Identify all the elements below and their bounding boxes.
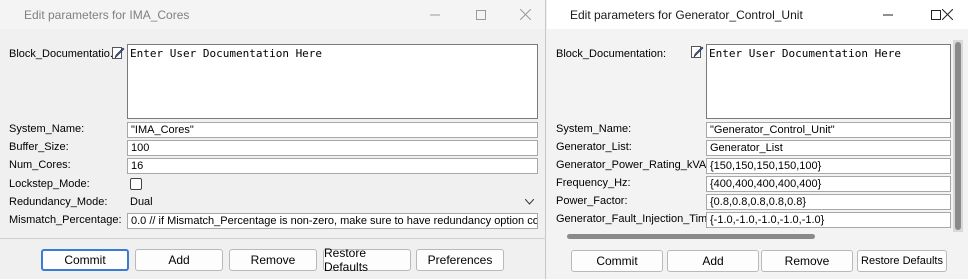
redundancy-mode-value: Dual	[130, 196, 153, 208]
close-icon	[942, 9, 953, 20]
horizontal-scroll-thumb[interactable]	[567, 234, 815, 239]
param-label-generator-list: Generator_List:	[556, 141, 632, 153]
remove-button[interactable]: Remove	[761, 250, 853, 272]
restore-defaults-button[interactable]: Restore Defaults	[323, 246, 411, 274]
maximize-icon	[476, 9, 486, 20]
dialog-generator-control-unit: Edit parameters for Generator_Control_Un…	[547, 0, 968, 279]
close-button[interactable]	[927, 0, 968, 29]
edit-doc-icon[interactable]	[691, 45, 704, 58]
titlebar[interactable]: Edit parameters for Generator_Control_Un…	[547, 0, 968, 29]
edit-doc-icon[interactable]	[112, 46, 125, 59]
commit-button[interactable]: Commit	[571, 250, 663, 272]
documentation-textarea[interactable]: Enter User Documentation Here	[127, 44, 538, 119]
chevron-down-icon	[525, 199, 534, 205]
param-label-lockstep-mode: Lockstep_Mode:	[9, 178, 90, 190]
minimize-button[interactable]	[865, 0, 911, 29]
frequency-field[interactable]: {400,400,400,400,400}	[706, 176, 951, 192]
doc-label: Block_Documentation:	[556, 48, 667, 60]
lockstep-mode-checkbox[interactable]	[130, 178, 142, 190]
restore-defaults-button[interactable]: Restore Defaults	[857, 250, 947, 272]
documentation-textarea[interactable]: Enter User Documentation Here	[706, 44, 951, 119]
param-label-power-factor: Power_Factor:	[556, 195, 628, 207]
system-name-field[interactable]: "Generator_Control_Unit"	[706, 122, 951, 138]
param-label-power-rating: Generator_Power_Rating_kVA:	[556, 159, 710, 171]
add-button[interactable]: Add	[135, 249, 223, 271]
close-button[interactable]	[502, 0, 548, 29]
param-label-fault-injection: Generator_Fault_Injection_Tim...	[556, 213, 717, 225]
mismatch-percentage-field[interactable]: 0.0 // if Mismatch_Percentage is non-zer…	[127, 213, 538, 229]
num-cores-field[interactable]: 16	[127, 158, 538, 174]
system-name-field[interactable]: "IMA_Cores"	[127, 122, 538, 138]
power-rating-field[interactable]: {150,150,150,150,100}	[706, 158, 951, 174]
param-label-frequency: Frequency_Hz:	[556, 177, 631, 189]
separator	[0, 238, 546, 239]
dialog-ima-cores: Edit parameters for IMA_Cores Block_Docu…	[0, 0, 546, 279]
doc-label: Block_Documentatio...	[9, 48, 120, 60]
commit-button[interactable]: Commit	[41, 249, 129, 271]
param-label-redundancy-mode: Redundancy_Mode:	[9, 196, 108, 208]
param-label-num-cores: Num_Cores:	[9, 159, 71, 171]
vertical-scrollbar[interactable]	[953, 40, 963, 232]
preferences-button[interactable]: Preferences	[416, 249, 504, 271]
remove-button[interactable]: Remove	[229, 249, 317, 271]
add-button[interactable]: Add	[667, 250, 759, 272]
window-title: Edit parameters for Generator_Control_Un…	[570, 8, 803, 22]
minimize-icon	[883, 14, 893, 15]
documentation-text: Enter User Documentation Here	[709, 47, 902, 60]
minimize-button[interactable]	[412, 0, 458, 29]
titlebar[interactable]: Edit parameters for IMA_Cores	[0, 0, 545, 29]
close-icon	[519, 9, 531, 20]
power-factor-field[interactable]: {0.8,0.8,0.8,0.8,0.8}	[706, 194, 951, 210]
redundancy-mode-select[interactable]: Dual	[127, 195, 538, 211]
window-title: Edit parameters for IMA_Cores	[24, 8, 190, 22]
buffer-size-field[interactable]: 100	[127, 140, 538, 156]
param-label-system-name: System_Name:	[556, 123, 632, 135]
param-label-buffer-size: Buffer_Size:	[9, 141, 69, 153]
fault-injection-field[interactable]: {-1.0,-1.0,-1.0,-1.0,-1.0}	[706, 212, 951, 228]
param-label-mismatch-percentage: Mismatch_Percentage:	[9, 214, 122, 226]
param-label-system-name: System_Name:	[9, 123, 85, 135]
maximize-button[interactable]	[458, 0, 504, 29]
generator-list-field[interactable]: Generator_List	[706, 140, 951, 156]
minimize-icon	[430, 14, 440, 15]
vertical-scroll-thumb[interactable]	[955, 42, 961, 230]
documentation-text: Enter User Documentation Here	[130, 47, 323, 60]
